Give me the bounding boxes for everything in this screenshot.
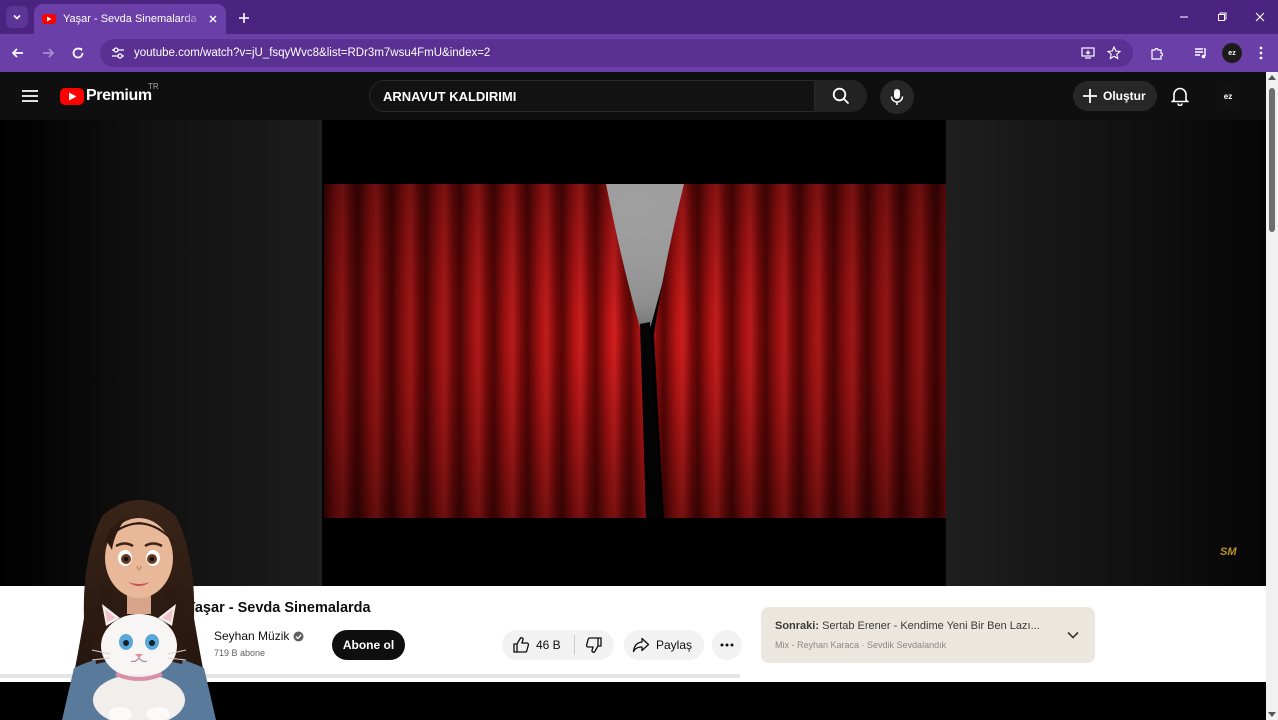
like-dislike-group: 46 B bbox=[502, 630, 614, 660]
like-count: 46 B bbox=[536, 638, 561, 652]
bell-icon bbox=[1171, 87, 1189, 106]
browser-toolbar: youtube.com/watch?v=jU_fsqyWvc8&list=RDr… bbox=[0, 34, 1278, 72]
arrow-right-icon bbox=[43, 48, 55, 58]
restore-icon bbox=[1218, 12, 1227, 21]
logo-text: Premium bbox=[86, 87, 152, 104]
share-button[interactable]: Paylaş bbox=[624, 630, 704, 660]
media-button[interactable] bbox=[1190, 42, 1212, 64]
minimize-icon bbox=[1180, 16, 1188, 18]
chevron-down-icon bbox=[1067, 631, 1079, 639]
plus-icon bbox=[239, 13, 249, 23]
create-label: Oluştur bbox=[1103, 89, 1146, 103]
notifications-button[interactable] bbox=[1168, 84, 1192, 108]
up-next-label: Sonraki: bbox=[775, 620, 820, 632]
arrow-left-icon bbox=[11, 48, 23, 58]
tab-list-button[interactable] bbox=[6, 6, 28, 28]
star-icon[interactable] bbox=[1104, 43, 1124, 63]
plus-icon bbox=[1083, 89, 1097, 103]
minimize-window-button[interactable] bbox=[1174, 8, 1194, 26]
dislike-button[interactable] bbox=[575, 630, 613, 660]
hamburger-menu-icon bbox=[22, 90, 38, 102]
reload-icon bbox=[72, 47, 84, 59]
share-arrow-icon bbox=[632, 637, 650, 653]
search-button[interactable] bbox=[815, 80, 867, 112]
youtube-favicon-icon bbox=[42, 14, 56, 24]
guide-menu-button[interactable] bbox=[18, 84, 42, 108]
up-next-line: Sonraki: Sertab Erener - Kendime Yeni Bi… bbox=[775, 620, 1040, 632]
extensions-button[interactable] bbox=[1146, 42, 1168, 64]
search-icon bbox=[832, 87, 850, 105]
youtube-header: Premium TR Oluştur ez bbox=[0, 72, 1266, 120]
tab-title: Yaşar - Sevda Sinemalarda - YouTube bbox=[63, 13, 203, 25]
subscribe-button[interactable]: Abone ol bbox=[332, 630, 405, 660]
streamer-avatar-overlay bbox=[62, 500, 216, 720]
tune-icon[interactable] bbox=[108, 43, 128, 63]
search-input[interactable] bbox=[383, 88, 803, 104]
youtube-logo[interactable]: Premium TR bbox=[60, 82, 159, 107]
page-scrollbar[interactable] bbox=[1266, 72, 1278, 720]
up-next-card[interactable]: Sonraki: Sertab Erener - Kendime Yeni Bi… bbox=[761, 607, 1095, 663]
up-next-title: Sertab Erener - Kendime Yeni Bir Ben Laz… bbox=[822, 620, 1040, 632]
microphone-icon bbox=[890, 89, 904, 105]
create-button[interactable]: Oluştur bbox=[1073, 81, 1157, 111]
more-actions-button[interactable] bbox=[712, 630, 742, 660]
up-next-subtitle: Mix - Reyhan Karaca · Sevdik Sevdalandık bbox=[775, 640, 947, 650]
back-button[interactable] bbox=[7, 42, 29, 64]
scroll-up-arrow-icon[interactable] bbox=[1268, 75, 1276, 80]
forward-button[interactable] bbox=[37, 42, 59, 64]
account-avatar[interactable]: ez bbox=[1216, 84, 1240, 108]
expand-playlist-button[interactable] bbox=[1063, 625, 1083, 645]
install-app-icon[interactable] bbox=[1078, 43, 1098, 63]
search-box bbox=[369, 80, 815, 112]
youtube-play-icon bbox=[60, 87, 84, 105]
channel-watermark: SM bbox=[1220, 546, 1237, 558]
browser-menu-button[interactable] bbox=[1250, 42, 1272, 64]
media-queue-icon bbox=[1195, 48, 1206, 59]
voice-search-button[interactable] bbox=[880, 80, 914, 114]
new-tab-button[interactable] bbox=[234, 8, 254, 28]
kebab-menu-icon bbox=[1259, 46, 1263, 60]
reload-button[interactable] bbox=[67, 42, 89, 64]
url-text: youtube.com/watch?v=jU_fsqyWvc8&list=RDr… bbox=[134, 47, 491, 59]
browser-tabstrip: Yaşar - Sevda Sinemalarda - YouTube bbox=[0, 0, 1278, 34]
puzzle-icon bbox=[1151, 47, 1164, 60]
theatre-curtain-image bbox=[324, 184, 946, 518]
close-window-button[interactable] bbox=[1250, 8, 1270, 26]
scroll-down-arrow-icon[interactable] bbox=[1268, 712, 1276, 717]
restore-window-button[interactable] bbox=[1212, 8, 1232, 26]
share-label: Paylaş bbox=[656, 638, 693, 652]
close-icon bbox=[1255, 12, 1265, 22]
video-frame[interactable] bbox=[322, 120, 946, 586]
thumbs-down-icon bbox=[585, 637, 602, 653]
profile-avatar[interactable]: ez bbox=[1222, 43, 1242, 63]
address-bar[interactable]: youtube.com/watch?v=jU_fsqyWvc8&list=RDr… bbox=[100, 39, 1133, 67]
chevron-down-icon bbox=[13, 14, 21, 20]
country-code: TR bbox=[148, 82, 159, 91]
more-horizontal-icon bbox=[720, 643, 734, 647]
tab-close-icon[interactable] bbox=[208, 14, 218, 24]
verified-check-icon bbox=[293, 631, 304, 641]
like-button[interactable]: 46 B bbox=[502, 630, 574, 660]
browser-tab-active[interactable]: Yaşar - Sevda Sinemalarda - YouTube bbox=[34, 4, 226, 34]
scroll-thumb[interactable] bbox=[1269, 88, 1275, 232]
thumbs-up-icon bbox=[513, 637, 530, 653]
